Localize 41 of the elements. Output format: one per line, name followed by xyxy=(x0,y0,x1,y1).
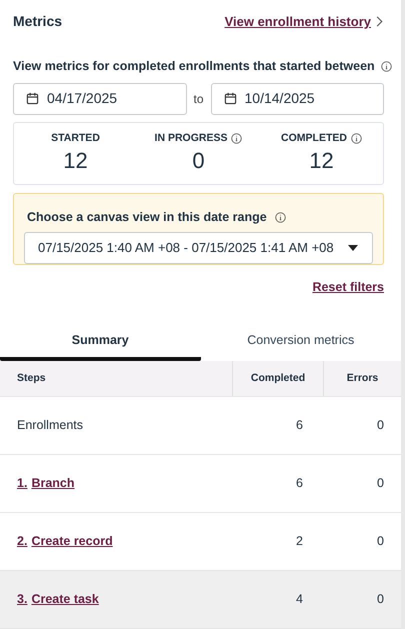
calendar-icon xyxy=(26,92,39,106)
caret-down-icon xyxy=(348,244,358,251)
info-icon xyxy=(274,212,286,223)
stat-value: 0 xyxy=(192,147,205,176)
stat-value: 12 xyxy=(309,147,334,176)
table-cell-text: 0 xyxy=(377,417,384,434)
step-number-link[interactable]: 1. xyxy=(17,474,28,493)
end-date-field[interactable]: 10/14/2025 xyxy=(210,82,384,115)
table-cell-text: 0 xyxy=(377,533,384,550)
section-title: Metrics xyxy=(13,12,62,31)
table-cell-text: 0 xyxy=(377,591,384,608)
table-cell-text: Enrollments xyxy=(17,417,83,434)
chevron-right-icon xyxy=(375,16,383,27)
table-row[interactable]: 3. Create task 4 0 xyxy=(0,571,401,629)
range-label: View metrics for completed enrollments that started between xyxy=(13,58,375,75)
step-link[interactable]: Branch xyxy=(31,474,75,493)
canvas-view-dropdown[interactable]: 07/15/2025 1:40 AM +08 - 07/15/2025 1:41 AM +08 xyxy=(24,232,373,264)
table-cell-text: 6 xyxy=(296,417,303,434)
reset-filters-link[interactable]: Reset filters xyxy=(312,278,384,297)
stat-label: COMPLETED xyxy=(281,130,347,146)
step-number-link[interactable]: 2. xyxy=(17,532,28,551)
start-date-field[interactable]: 04/17/2025 xyxy=(13,82,186,115)
table-cell-text: 0 xyxy=(377,475,384,492)
to-label: to xyxy=(194,90,204,108)
info-icon xyxy=(380,60,392,72)
column-header: Errors xyxy=(323,361,401,396)
canvas-view-label: Choose a canvas view in this date range xyxy=(27,209,267,226)
column-header: Steps xyxy=(16,370,47,386)
history-link[interactable]: View enrollment history xyxy=(224,12,383,32)
step-link[interactable]: Create task xyxy=(31,590,99,609)
table-cell-text: 4 xyxy=(296,591,303,608)
step-link[interactable]: Create record xyxy=(31,532,113,551)
stat-label: IN PROGRESS xyxy=(154,130,228,146)
stat-value: 12 xyxy=(63,147,88,176)
step-number-link[interactable]: 3. xyxy=(17,590,28,609)
tab[interactable]: Conversion metrics xyxy=(200,323,401,361)
table-cell-text: 6 xyxy=(296,475,303,492)
stat-label: STARTED xyxy=(51,130,100,146)
table-cell-text: 2 xyxy=(296,533,303,550)
column-header: Completed xyxy=(232,361,323,396)
calendar-icon xyxy=(224,92,237,106)
